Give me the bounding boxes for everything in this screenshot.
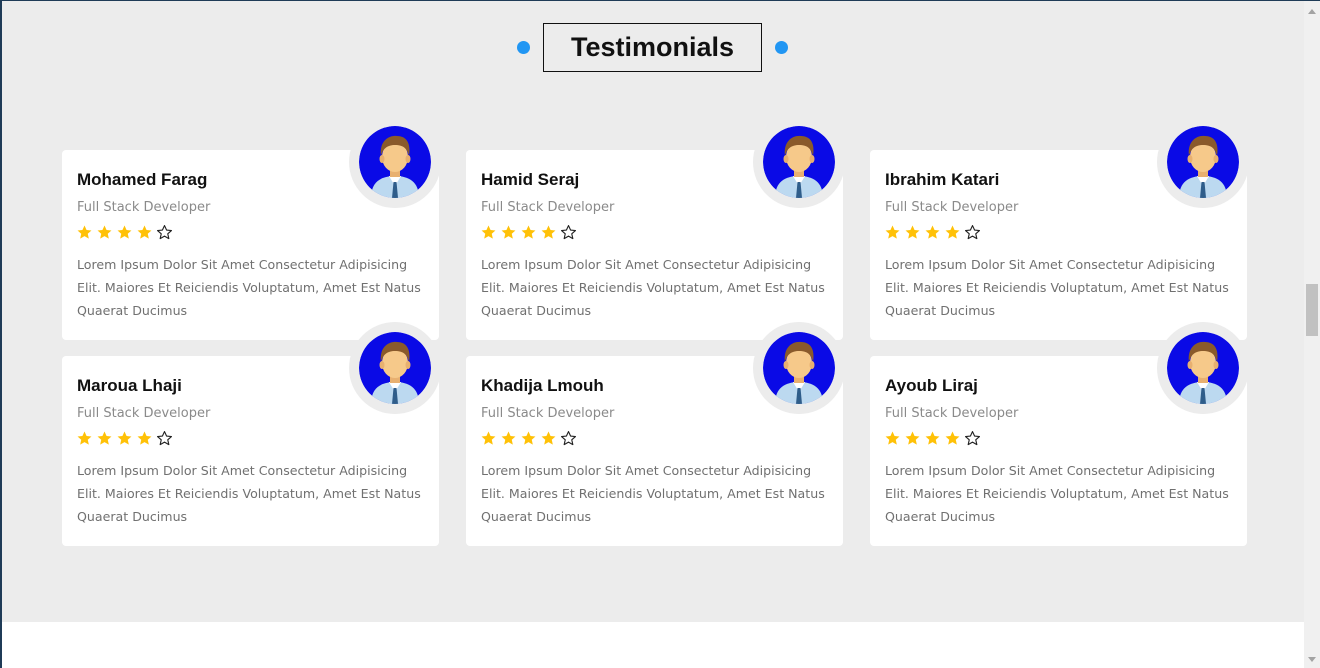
testimonial-name: Khadija Lmouh [481,376,604,395]
testimonial-role: Full Stack Developer [77,406,211,421]
scroll-down-arrow-icon[interactable] [1304,651,1320,667]
scrollbar-thumb[interactable] [1306,284,1318,336]
testimonial-name: Ayoub Liraj [885,376,978,395]
star-filled-icon [117,431,132,445]
scroll-up-arrow-icon[interactable] [1304,3,1320,19]
page-viewport: Testimonials Mohamed Farag Full Stack Dev… [0,0,1320,668]
star-filled-icon [521,431,536,445]
star-filled-icon [77,225,92,239]
testimonial-text: Lorem Ipsum Dolor Sit Amet Consectetur A… [481,257,825,318]
star-filled-icon [501,225,516,239]
star-filled-icon [541,431,556,445]
vertical-scrollbar[interactable] [1304,1,1320,668]
next-section [2,622,1304,668]
rating-stars [480,430,577,447]
testimonial-name: Maroua Lhaji [77,376,182,395]
testimonial-role: Full Stack Developer [885,200,1019,215]
star-filled-icon [541,225,556,239]
star-filled-icon [945,225,960,239]
star-filled-icon [117,225,132,239]
rating-stars [480,224,577,241]
avatar-ring [753,116,845,208]
star-filled-icon [925,431,940,445]
star-filled-icon [905,225,920,239]
star-filled-icon [905,431,920,445]
star-filled-icon [481,431,496,445]
rating-stars [76,430,173,447]
star-empty-icon [964,430,981,446]
section-header: Testimonials [2,23,1304,72]
star-empty-icon [964,224,981,240]
star-empty-icon [156,224,173,240]
user-avatar-icon [763,332,835,404]
testimonial-text: Lorem Ipsum Dolor Sit Amet Consectetur A… [481,463,825,524]
rating-stars [884,224,981,241]
user-avatar-icon [1167,126,1239,198]
user-avatar-icon [763,126,835,198]
star-filled-icon [481,225,496,239]
testimonial-text: Lorem Ipsum Dolor Sit Amet Consectetur A… [885,257,1229,318]
user-avatar-icon [1167,332,1239,404]
star-empty-icon [560,430,577,446]
user-avatar-icon [359,332,431,404]
testimonial-text: Lorem Ipsum Dolor Sit Amet Consectetur A… [77,257,421,318]
star-filled-icon [97,225,112,239]
avatar-ring [349,322,441,414]
avatar-ring [1157,116,1249,208]
star-filled-icon [885,431,900,445]
rating-stars [76,224,173,241]
star-filled-icon [137,431,152,445]
testimonial-name: Ibrahim Katari [885,170,1000,189]
testimonial-text: Lorem Ipsum Dolor Sit Amet Consectetur A… [885,463,1229,524]
star-filled-icon [97,431,112,445]
star-filled-icon [925,225,940,239]
star-filled-icon [77,431,92,445]
testimonial-role: Full Stack Developer [77,200,211,215]
section-title: Testimonials [543,23,762,72]
testimonial-role: Full Stack Developer [481,406,615,421]
star-filled-icon [137,225,152,239]
testimonials-section: Testimonials Mohamed Farag Full Stack Dev… [2,1,1304,622]
avatar-ring [753,322,845,414]
testimonial-role: Full Stack Developer [481,200,615,215]
rating-stars [884,430,981,447]
star-filled-icon [501,431,516,445]
avatar-ring [1157,322,1249,414]
star-empty-icon [560,224,577,240]
star-filled-icon [945,431,960,445]
title-dot-right [775,41,788,54]
user-avatar-icon [359,126,431,198]
star-filled-icon [885,225,900,239]
avatar-ring [349,116,441,208]
testimonial-text: Lorem Ipsum Dolor Sit Amet Consectetur A… [77,463,421,524]
title-dot-left [517,41,530,54]
testimonial-role: Full Stack Developer [885,406,1019,421]
star-empty-icon [156,430,173,446]
testimonial-name: Hamid Seraj [481,170,580,189]
star-filled-icon [521,225,536,239]
testimonial-name: Mohamed Farag [77,170,208,189]
